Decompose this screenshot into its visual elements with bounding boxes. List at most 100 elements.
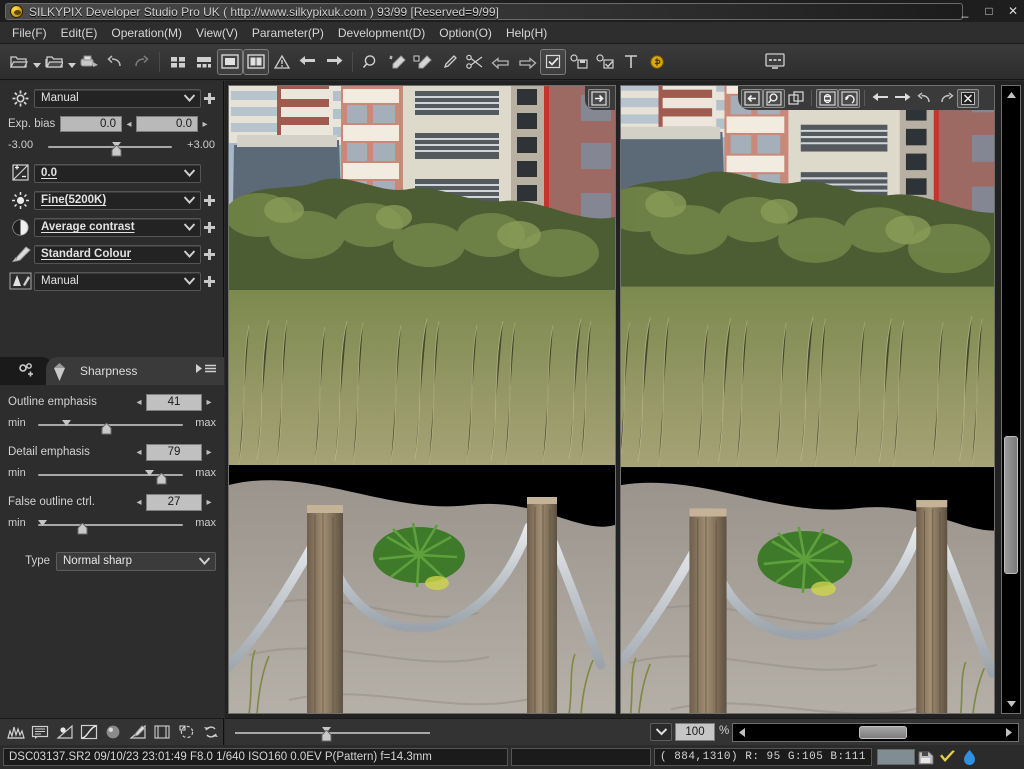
rotate-left-icon[interactable]	[295, 49, 321, 75]
panel-menu-icon[interactable]	[196, 364, 216, 373]
pane-expand-right-icon[interactable]	[588, 88, 610, 108]
undo-arrow-icon[interactable]	[488, 49, 514, 75]
white-balance-combo[interactable]: Fine(5200K)	[34, 190, 201, 210]
link-scroll-icon[interactable]	[816, 88, 838, 108]
preview-hscrollbar[interactable]	[732, 723, 1019, 742]
exposure-bias-slider-knob[interactable]	[111, 144, 122, 157]
exposure-picker-icon[interactable]	[410, 49, 436, 75]
rotate-right-icon[interactable]	[891, 89, 913, 108]
warning-icon[interactable]	[269, 49, 295, 75]
menu-view[interactable]: View(V)	[190, 24, 244, 42]
open-folder-dropdown-arrow-icon[interactable]	[32, 49, 41, 75]
menu-help[interactable]: Help(H)	[500, 24, 553, 42]
preview-image-original[interactable]	[229, 86, 615, 713]
open-folder-icon[interactable]	[6, 49, 32, 75]
scroll-down-icon[interactable]	[1003, 696, 1019, 712]
undo-icon[interactable]	[913, 89, 935, 108]
monitor-icon[interactable]	[762, 49, 788, 75]
taste-combo[interactable]: Manual	[34, 88, 201, 108]
menu-operation[interactable]: Operation(M)	[105, 24, 188, 42]
menu-development[interactable]: Development(D)	[332, 24, 431, 42]
colour-sphere-icon[interactable]	[102, 720, 125, 744]
exposure-bias-decrement-icon[interactable]: ◂	[122, 119, 136, 130]
white-balance-add-button[interactable]	[201, 188, 217, 212]
print-icon[interactable]	[76, 49, 102, 75]
redo-icon[interactable]	[935, 89, 957, 108]
taste-add-button[interactable]	[201, 86, 217, 110]
preview-pane-adjusted[interactable]	[620, 85, 995, 714]
preview-pane-original[interactable]	[228, 85, 616, 714]
adjust-gears-icon[interactable]	[0, 357, 52, 385]
false-outline-ctrl-decrement-icon[interactable]: ◂	[132, 497, 146, 508]
crop-frame-icon[interactable]	[151, 720, 174, 744]
hammer-icon[interactable]	[618, 49, 644, 75]
zoom-preset-dropdown[interactable]	[650, 723, 672, 741]
colour-add-button[interactable]	[201, 242, 217, 266]
close-button[interactable]: ✕	[1006, 3, 1020, 19]
redo-icon[interactable]	[128, 49, 154, 75]
coin-icon[interactable]	[644, 49, 670, 75]
sync-rotate-icon[interactable]	[838, 88, 860, 108]
tone-combo[interactable]: Average contrast	[34, 217, 201, 237]
droplet-icon[interactable]	[959, 747, 981, 767]
outline-emphasis-increment-icon[interactable]: ▸	[202, 397, 216, 408]
menu-file[interactable]: File(F)	[6, 24, 53, 42]
detail-emphasis-decrement-icon[interactable]: ◂	[132, 447, 146, 458]
zoom-value-input[interactable]: 100	[675, 723, 715, 741]
sharpness-add-button[interactable]	[201, 269, 217, 293]
colour-picker-icon[interactable]	[126, 720, 149, 744]
fit-window-icon[interactable]	[785, 89, 807, 108]
save-status-icon[interactable]	[915, 747, 937, 767]
menu-parameter[interactable]: Parameter(P)	[246, 24, 330, 42]
checkbox-select-icon[interactable]	[540, 48, 566, 75]
histogram-icon[interactable]	[4, 720, 27, 744]
rotate-left-icon[interactable]	[869, 89, 891, 108]
scissors-icon[interactable]	[462, 49, 488, 75]
false-outline-ctrl-value[interactable]: 27	[146, 493, 202, 511]
sharpness-type-combo[interactable]: Normal sharp	[56, 551, 216, 571]
exposure-bias-slider-track[interactable]	[48, 146, 172, 148]
pane-collapse-left-icon[interactable]	[741, 88, 763, 108]
thumbnail-list-icon[interactable]	[191, 49, 217, 75]
false-outline-ctrl-slider[interactable]: min max	[8, 513, 216, 535]
preview-vscrollbar[interactable]	[1001, 85, 1021, 714]
preview-image-adjusted[interactable]	[620, 86, 995, 713]
zoom-slider-track[interactable]	[235, 732, 430, 734]
apply-parameter-icon[interactable]	[592, 49, 618, 75]
exposure-combo[interactable]: 0.0	[34, 163, 201, 183]
detail-emphasis-value[interactable]: 79	[146, 443, 202, 461]
tone-curve-icon[interactable]	[77, 720, 100, 744]
exposure-bias-slider[interactable]: -3.00 +3.00	[6, 135, 217, 157]
rotate-crop-icon[interactable]	[175, 720, 198, 744]
false-outline-ctrl-increment-icon[interactable]: ▸	[202, 497, 216, 508]
exposure-bias-value-right[interactable]: 0.0	[136, 116, 198, 132]
scroll-up-icon[interactable]	[1003, 87, 1019, 103]
detail-emphasis-increment-icon[interactable]: ▸	[202, 447, 216, 458]
maximize-button[interactable]: □	[982, 3, 996, 19]
dual-preview-icon[interactable]	[243, 48, 269, 75]
save-parameter-icon[interactable]	[566, 49, 592, 75]
vscrollbar-thumb[interactable]	[1004, 436, 1018, 574]
outline-emphasis-value[interactable]: 41	[146, 393, 202, 411]
scroll-left-icon[interactable]	[734, 725, 750, 740]
exposure-bias-value-left[interactable]: 0.0	[60, 116, 122, 132]
recent-folder-dropdown-arrow-icon[interactable]	[67, 49, 76, 75]
false-outline-ctrl-track[interactable]	[38, 524, 183, 526]
checkmark-icon[interactable]	[937, 747, 959, 767]
detail-emphasis-knob[interactable]	[156, 472, 167, 485]
outline-emphasis-knob[interactable]	[101, 422, 112, 435]
exposure-bias-increment-icon[interactable]: ▸	[198, 119, 212, 130]
single-preview-icon[interactable]	[217, 48, 243, 75]
scroll-right-icon[interactable]	[1001, 725, 1017, 740]
white-balance-picker-icon[interactable]	[384, 49, 410, 75]
hscrollbar-thumb[interactable]	[859, 726, 907, 739]
exif-info-icon[interactable]	[28, 720, 51, 744]
sharpness-combo[interactable]: Manual	[34, 271, 201, 291]
thumbnail-grid-icon[interactable]	[165, 49, 191, 75]
brush-icon[interactable]	[436, 49, 462, 75]
false-outline-ctrl-knob[interactable]	[77, 522, 88, 535]
outline-emphasis-slider[interactable]: min max	[8, 413, 216, 435]
exposure-tool-icon[interactable]	[53, 720, 76, 744]
magnifier-icon[interactable]	[358, 49, 384, 75]
menu-edit[interactable]: Edit(E)	[55, 24, 104, 42]
